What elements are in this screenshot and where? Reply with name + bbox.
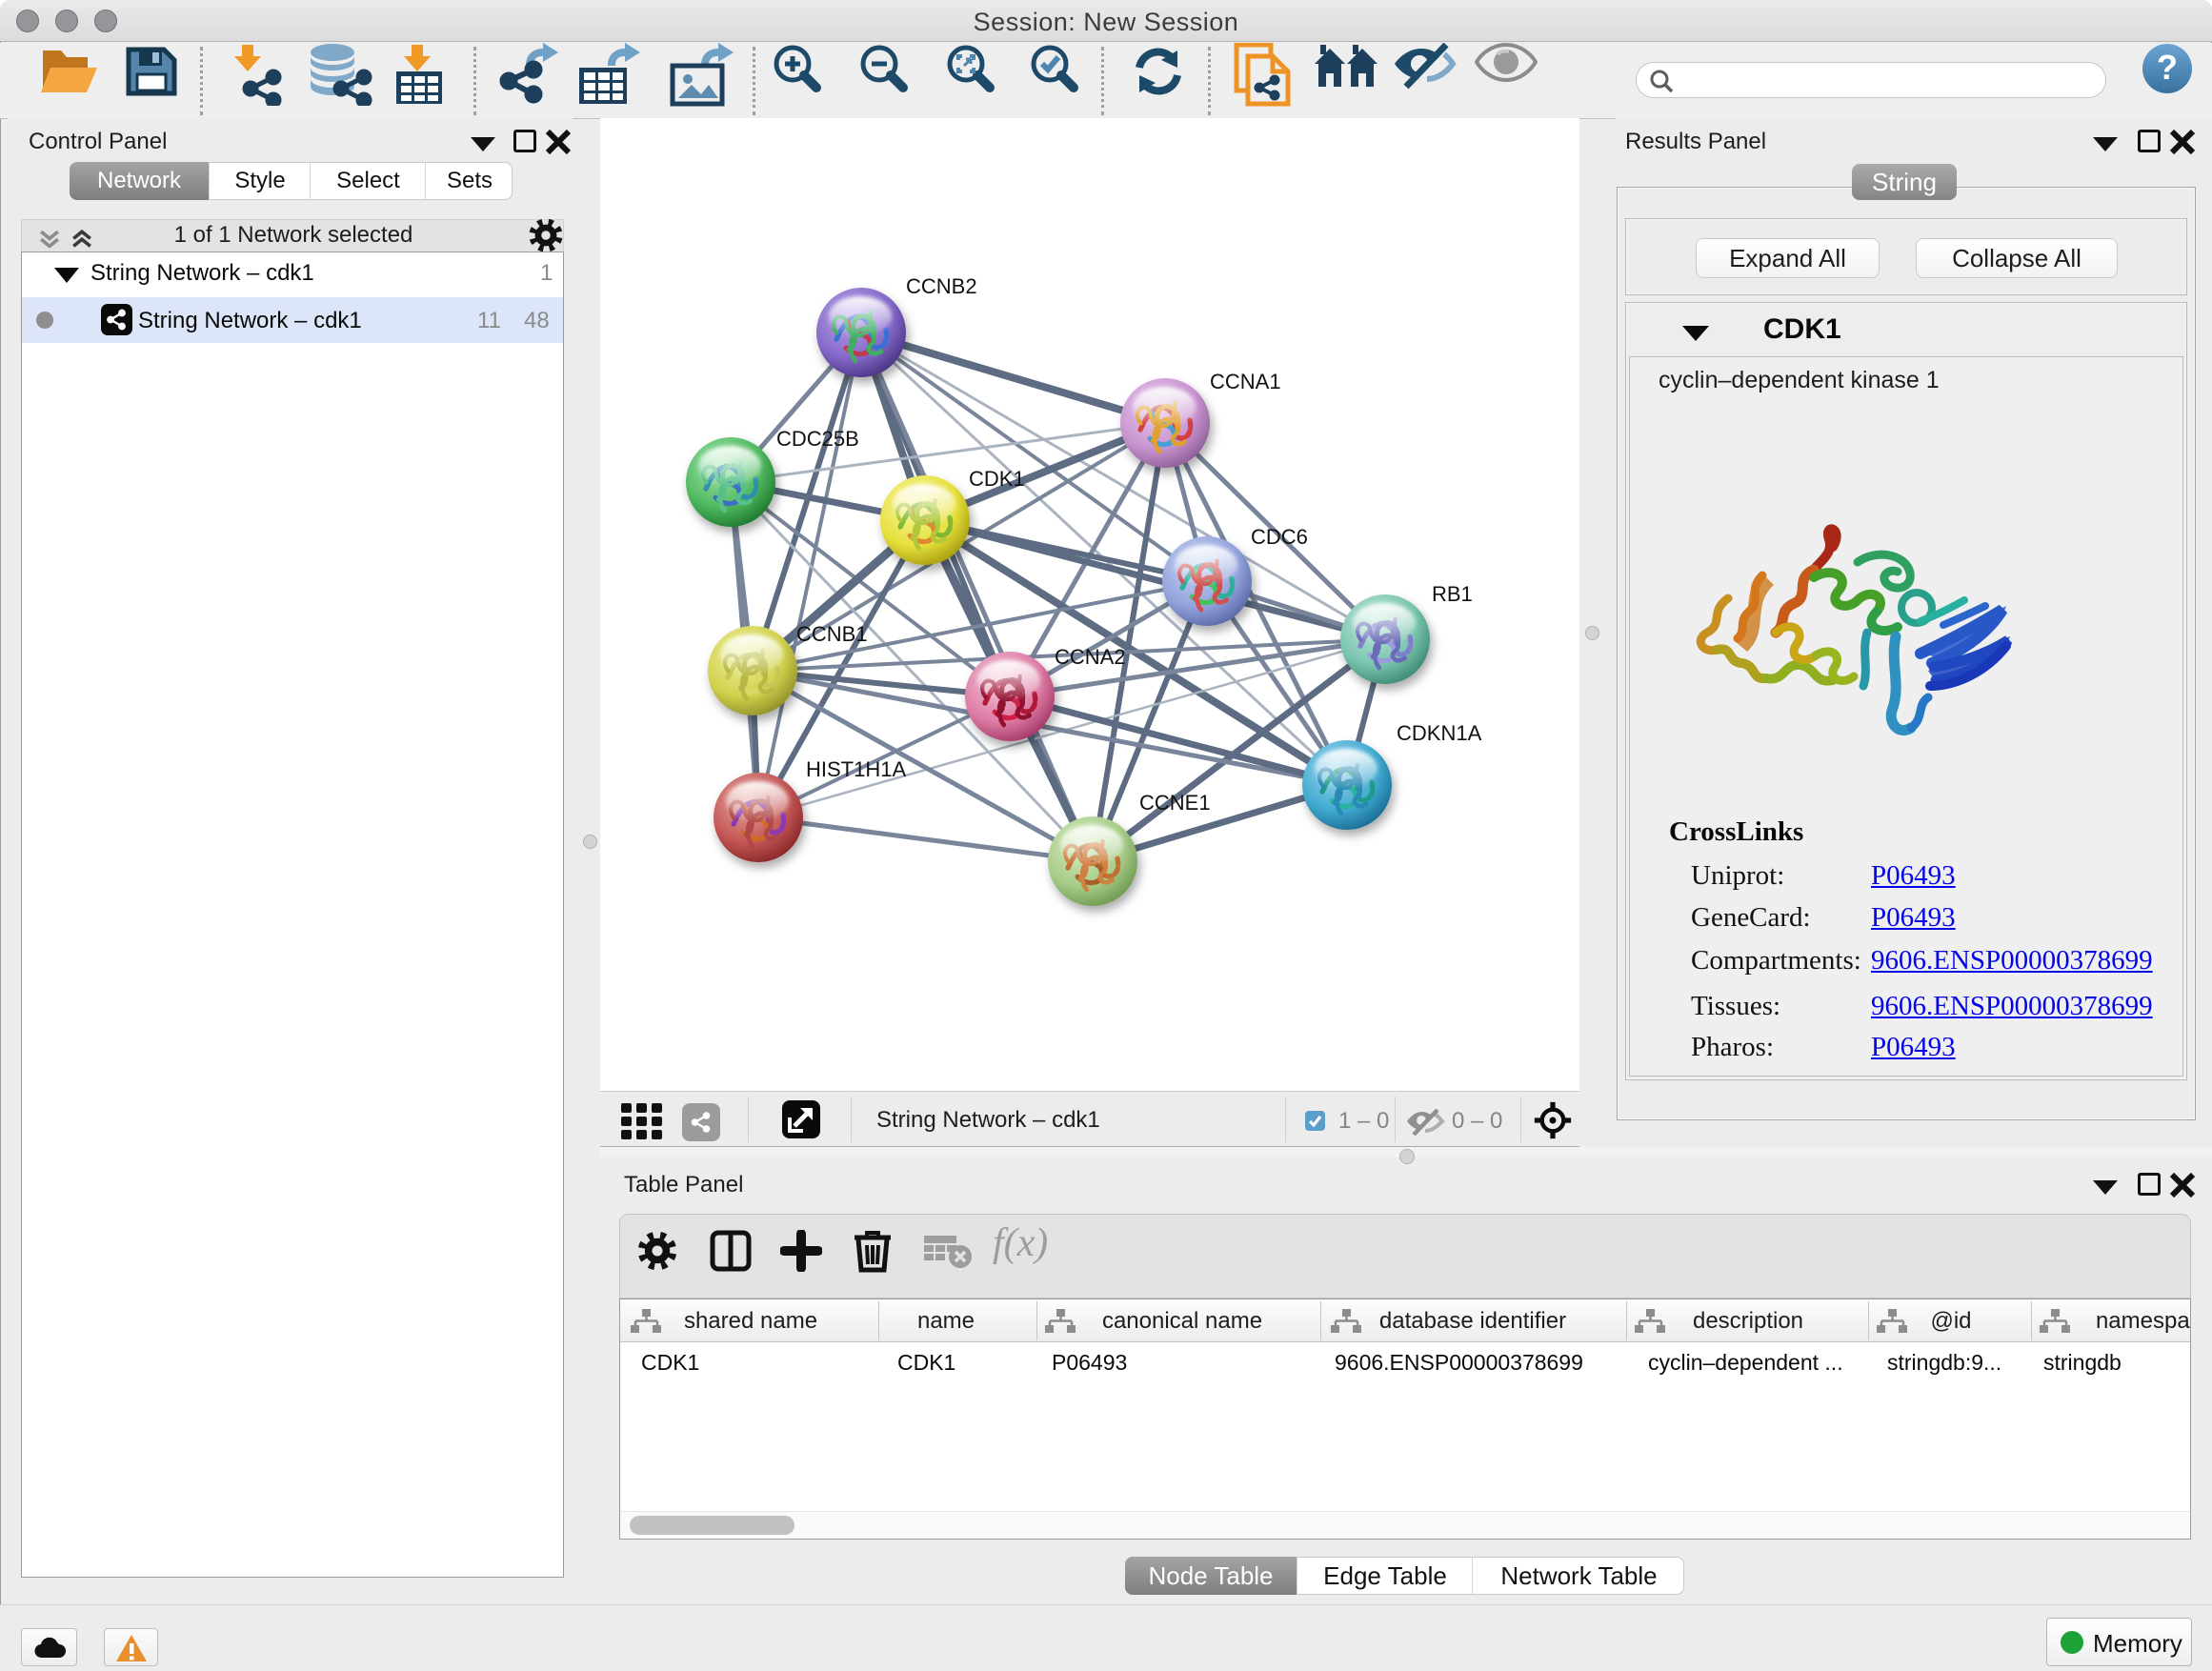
svg-text:HIST1H1A: HIST1H1A (806, 757, 906, 781)
svg-text:CCNE1: CCNE1 (1139, 791, 1211, 815)
svg-text:CDKN1A: CDKN1A (1397, 721, 1482, 745)
svg-text:CDC6: CDC6 (1251, 525, 1308, 549)
svg-text:CCNB1: CCNB1 (796, 622, 868, 646)
svg-text:CDC25B: CDC25B (776, 427, 859, 451)
svg-text:CDK1: CDK1 (969, 467, 1025, 491)
svg-text:?: ? (2157, 48, 2178, 87)
svg-text:CCNA2: CCNA2 (1055, 645, 1126, 669)
svg-text:CCNB2: CCNB2 (906, 274, 977, 298)
svg-text:RB1: RB1 (1432, 582, 1473, 606)
svg-text:CCNA1: CCNA1 (1210, 370, 1281, 393)
